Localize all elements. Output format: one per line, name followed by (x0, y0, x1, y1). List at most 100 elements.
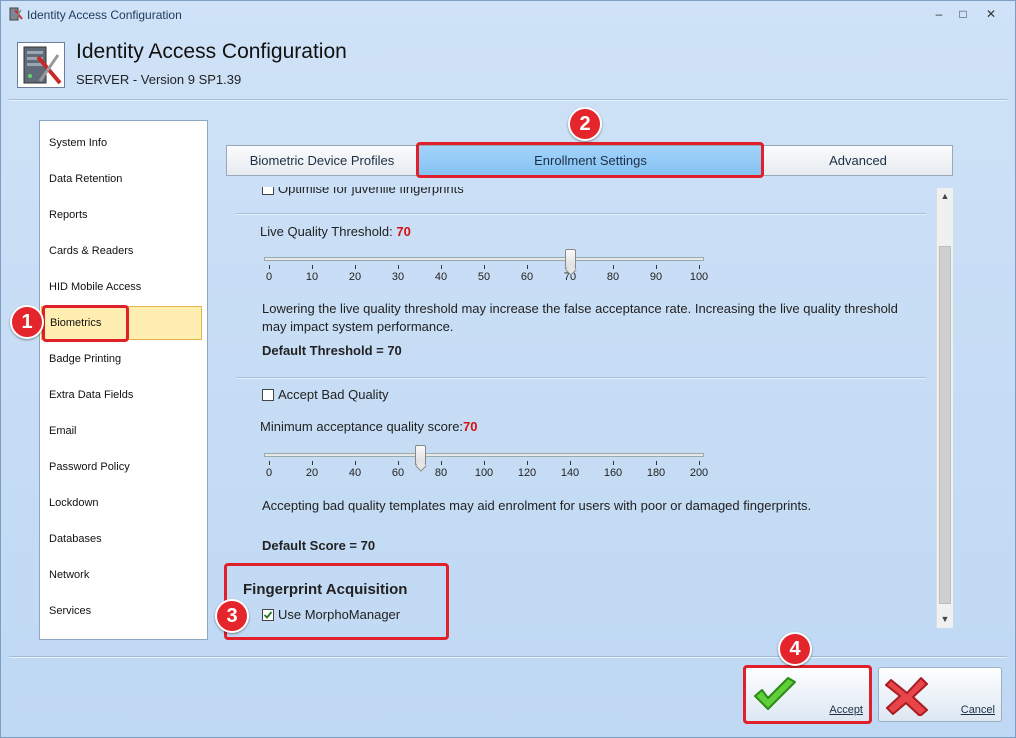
slider-tick (699, 461, 700, 465)
accept-bad-quality-label: Accept Bad Quality (278, 387, 389, 402)
section-divider (236, 213, 926, 215)
slider-tick-label: 50 (477, 271, 491, 283)
slider-tick-label: 200 (689, 467, 709, 479)
content-scrollbar[interactable]: ▲ ▼ (936, 188, 953, 628)
slider-tick (484, 461, 485, 465)
slider-tick (355, 265, 356, 269)
slider-tick (398, 265, 399, 269)
slider-tick-label: 0 (265, 271, 273, 283)
scroll-thumb[interactable] (939, 246, 951, 604)
sidebar-item-email[interactable]: Email (41, 414, 202, 448)
app-icon (9, 7, 23, 21)
slider-tick-label: 100 (689, 271, 709, 283)
juvenile-checkbox[interactable] (262, 187, 274, 195)
slider-tick-label: 140 (560, 467, 580, 479)
bad-quality-description: Accepting bad quality templates may aid … (262, 498, 812, 513)
tab-biometric-device-profiles[interactable]: Biometric Device Profiles (226, 145, 418, 176)
app-window: Identity Access Configuration – □ ✕ Iden… (0, 0, 1016, 738)
version-subtitle: SERVER - Version 9 SP1.39 (76, 72, 242, 87)
tab-advanced[interactable]: Advanced (763, 145, 953, 176)
sidebar-item-hid-mobile-access[interactable]: HID Mobile Access (41, 270, 202, 304)
default-score-text: Default Score = 70 (262, 538, 376, 553)
live-quality-label: Live Quality Threshold: 70 (260, 224, 411, 239)
slider-tick (613, 461, 614, 465)
slider-tick-label: 60 (520, 271, 534, 283)
footer-divider (9, 656, 1007, 658)
min-acceptance-value: 70 (463, 419, 478, 434)
slider-tick (355, 461, 356, 465)
slider-track (264, 257, 704, 261)
sidebar-item-databases[interactable]: Databases (41, 522, 202, 556)
red-x-icon (885, 677, 928, 716)
sidebar-item-extra-data-fields[interactable]: Extra Data Fields (41, 378, 202, 412)
slider-tick-label: 160 (603, 467, 623, 479)
slider-tick-label: 40 (348, 467, 362, 479)
slider-tick-label: 20 (305, 467, 319, 479)
live-quality-description: Lowering the live quality threshold may … (262, 301, 898, 334)
juvenile-label: Optimise for juvenile fingerprints (278, 187, 464, 196)
slider-tick (570, 461, 571, 465)
sidebar-item-password-policy[interactable]: Password Policy (41, 450, 202, 484)
slider-tick-label: 80 (606, 271, 620, 283)
slider-tick-label: 100 (474, 467, 494, 479)
sidebar-item-reports[interactable]: Reports (41, 198, 202, 232)
callout-badge-4: 4 (778, 632, 812, 666)
cancel-button[interactable]: Cancel (878, 667, 1002, 722)
section-divider (236, 377, 926, 379)
sidebar-item-network[interactable]: Network (41, 558, 202, 592)
slider-tick (269, 265, 270, 269)
scroll-down-icon[interactable]: ▼ (937, 611, 953, 628)
slider-tick (527, 461, 528, 465)
header-divider (9, 99, 1007, 101)
highlight-biometrics (42, 305, 129, 342)
slider-thumb[interactable] (565, 249, 576, 269)
slider-tick-label: 10 (305, 271, 319, 283)
highlight-enrollment-tab (416, 142, 764, 178)
slider-tick (699, 265, 700, 269)
window-title: Identity Access Configuration (27, 8, 182, 22)
default-threshold-text: Default Threshold = 70 (262, 343, 402, 358)
cancel-label: Cancel (960, 704, 995, 716)
slider-tick-label: 30 (391, 271, 405, 283)
slider-tick (656, 265, 657, 269)
server-tools-icon (17, 42, 65, 88)
sidebar-item-services[interactable]: Services (41, 594, 202, 628)
sidebar-item-lockdown[interactable]: Lockdown (41, 486, 202, 520)
slider-tick-label: 180 (646, 467, 666, 479)
slider-tick (441, 461, 442, 465)
callout-badge-1: 1 (10, 305, 44, 339)
slider-tick-label: 90 (649, 271, 663, 283)
accept-bad-quality-checkbox[interactable] (262, 389, 274, 401)
slider-tick (441, 265, 442, 269)
live-quality-value: 70 (396, 224, 411, 239)
maximize-icon[interactable]: □ (953, 5, 973, 23)
slider-tick (269, 461, 270, 465)
close-icon[interactable]: ✕ (981, 5, 1001, 23)
highlight-accept-button (743, 665, 872, 724)
min-acceptance-slider[interactable]: 0 20 40 60 80 100 120 140 160 180 200 (264, 443, 708, 483)
slider-tick-label: 80 (434, 467, 448, 479)
slider-track (264, 453, 704, 457)
slider-tick-label: 40 (434, 271, 448, 283)
sidebar-item-cards-readers[interactable]: Cards & Readers (41, 234, 202, 268)
callout-badge-2: 2 (568, 107, 602, 141)
min-acceptance-label: Minimum acceptance quality score:70 (260, 419, 478, 434)
slider-tick (527, 265, 528, 269)
minimize-icon[interactable]: – (929, 5, 949, 23)
slider-tick-label: 0 (265, 467, 273, 479)
sidebar-item-system-info[interactable]: System Info (41, 126, 202, 160)
sidebar-item-badge-printing[interactable]: Badge Printing (41, 342, 202, 376)
slider-tick (398, 461, 399, 465)
settings-sidebar: System Info Data Retention Reports Cards… (39, 120, 208, 640)
slider-thumb[interactable] (414, 445, 426, 465)
sidebar-item-data-retention[interactable]: Data Retention (41, 162, 202, 196)
slider-tick (656, 461, 657, 465)
slider-tick (613, 265, 614, 269)
live-quality-slider[interactable]: 0 10 20 30 40 50 60 70 80 90 100 (264, 247, 708, 287)
callout-badge-3: 3 (215, 599, 249, 633)
slider-tick-label: 120 (517, 467, 537, 479)
slider-tick-label: 60 (391, 467, 405, 479)
title-bar: Identity Access Configuration – □ ✕ (1, 1, 1015, 27)
slider-tick (312, 461, 313, 465)
scroll-up-icon[interactable]: ▲ (937, 188, 953, 205)
